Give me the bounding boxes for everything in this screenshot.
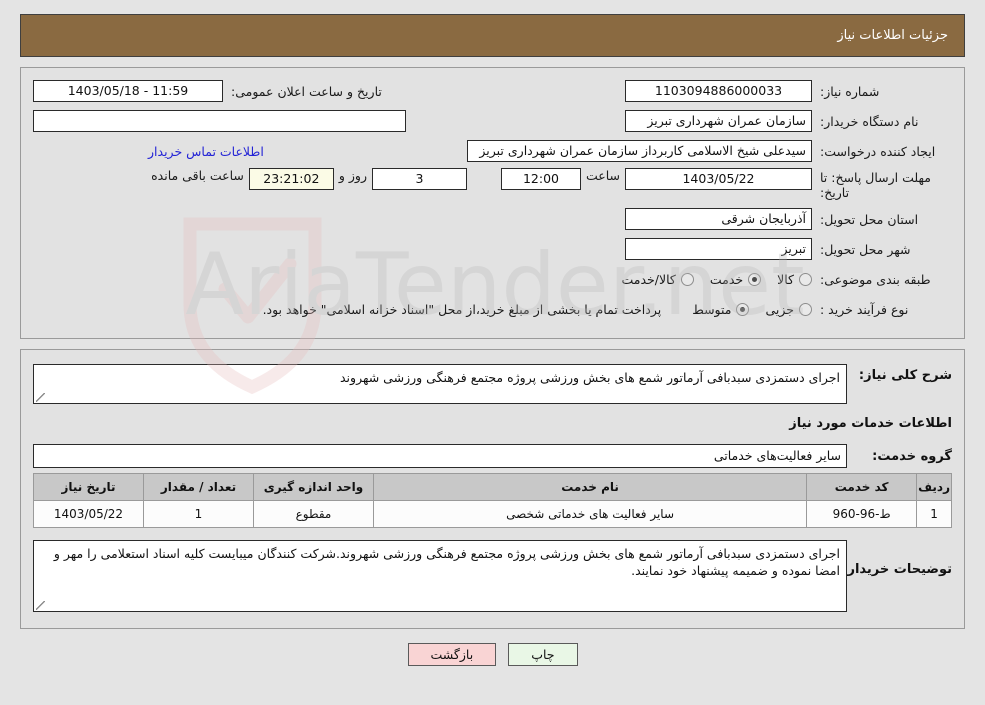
description-label: شرح کلی نیاز: [858, 368, 952, 383]
row-requester: ایجاد کننده درخواست: سیدعلی شیخ الاسلامی… [33, 138, 952, 164]
radio-category-service-label: خدمت [709, 271, 744, 287]
td-row-number: 1 [916, 500, 952, 528]
td-service-name: سایر فعالیت های خدماتی شخصی [372, 500, 808, 528]
th-need-date: تاریخ نیاز [33, 473, 144, 501]
need-info-panel: شماره نیاز: 1103094886000033 تاریخ و ساع… [20, 67, 965, 339]
table-row: 1 ط-96-960 سایر فعالیت های خدماتی شخصی م… [33, 500, 952, 528]
services-panel: شرح کلی نیاز: اجرای دستمزدی سبدبافی آرما… [20, 349, 965, 629]
radio-category-goods-service[interactable] [680, 272, 694, 286]
page-title: جزئیات اطلاعات نیاز [837, 28, 948, 43]
row-city: شهر محل تحویل: تبریز [33, 236, 952, 262]
row-service-group: گروه خدمت: سایر فعالیت‌های خدماتی [33, 443, 952, 469]
row-buyer-notes: توضیحات خریدار: اجرای دستمزدی سبدبافی آر… [33, 540, 952, 612]
buyer-org-label: نام دستگاه خریدار: [820, 113, 919, 129]
province-label: استان محل تحویل: [820, 211, 919, 227]
purchase-type-note: پرداخت تمام یا بخشی از مبلغ خرید،از محل … [262, 301, 662, 317]
td-quantity: 1 [143, 500, 254, 528]
public-announce-value: 11:59 - 1403/05/18 [33, 80, 223, 102]
deadline-time-label: ساعت [585, 168, 620, 183]
radio-purchase-medium-label: متوسط [692, 301, 732, 317]
deadline-time-value: 12:00 [500, 168, 581, 190]
deadline-days-label: روز و [338, 168, 367, 183]
table-header-row: ردیف کد خدمت نام خدمت واحد اندازه گیری ت… [33, 473, 952, 501]
td-service-code: ط-96-960 [806, 500, 918, 528]
deadline-countdown-value: 23:21:02 [248, 168, 334, 190]
buyer-notes-textarea[interactable]: اجرای دستمزدی سبدبافی آرماتور شمع های بخ… [33, 540, 847, 612]
need-number-value: 1103094886000033 [625, 80, 812, 102]
th-service-code: کد خدمت [806, 473, 918, 501]
th-service-name: نام خدمت [372, 473, 808, 501]
deadline-days-value: 3 [371, 168, 467, 190]
purchase-type-label: نوع فرآیند خرید : [820, 301, 909, 317]
row-province: استان محل تحویل: آذربایجان شرقی [33, 206, 952, 232]
radio-category-goods-label: کالا [777, 271, 794, 287]
empty-field-value [33, 110, 406, 132]
th-quantity: تعداد / مقدار [143, 473, 254, 501]
buyer-contact-link[interactable]: اطلاعات تماس خریدار [148, 144, 264, 159]
city-value: تبریز [625, 238, 812, 260]
public-announce-label: تاریخ و ساعت اعلان عمومی: [231, 83, 382, 99]
row-purchase-type: نوع فرآیند خرید : جزیی متوسط پرداخت تمام… [33, 296, 952, 322]
print-button[interactable]: چاپ [508, 643, 578, 666]
province-value: آذربایجان شرقی [625, 208, 812, 230]
buyer-org-value: سازمان عمران شهرداری تبریز [625, 110, 812, 132]
radio-purchase-minor[interactable] [799, 302, 812, 316]
deadline-date-value: 1403/05/22 [625, 168, 812, 190]
service-group-value: سایر فعالیت‌های خدماتی [33, 444, 847, 468]
td-unit: مقطوع [253, 500, 374, 528]
city-label: شهر محل تحویل: [820, 241, 911, 257]
row-deadline: مهلت ارسال پاسخ: تا تاریخ: 1403/05/22 سا… [33, 168, 952, 200]
radio-category-goods[interactable] [799, 272, 812, 286]
td-need-date: 1403/05/22 [33, 500, 144, 528]
requester-label: ایجاد کننده درخواست: [820, 143, 936, 159]
description-textarea[interactable]: اجرای دستمزدی سبدبافی آرماتور شمع های بخ… [33, 364, 847, 404]
th-row-number: ردیف [916, 473, 952, 501]
services-table: ردیف کد خدمت نام خدمت واحد اندازه گیری ت… [33, 473, 952, 528]
radio-category-goods-service-label: کالا/خدمت [621, 271, 676, 287]
services-section-heading: اطلاعات خدمات مورد نیاز [789, 416, 952, 431]
requester-value: سیدعلی شیخ الاسلامی کاربرداز سازمان عمرا… [467, 140, 812, 162]
row-need-number: شماره نیاز: 1103094886000033 تاریخ و ساع… [33, 78, 952, 104]
th-unit: واحد اندازه گیری [253, 473, 374, 501]
service-group-label: گروه خدمت: [872, 448, 952, 464]
deadline-label: مهلت ارسال پاسخ: تا تاریخ: [820, 170, 931, 200]
radio-category-service[interactable] [748, 272, 762, 286]
buyer-notes-label: توضیحات خریدار: [842, 562, 952, 577]
radio-purchase-minor-label: جزیی [765, 301, 794, 317]
radio-purchase-medium[interactable] [736, 302, 750, 316]
back-button[interactable]: بازگشت [407, 643, 497, 666]
category-label: طبقه بندی موضوعی: [820, 271, 931, 287]
row-category: طبقه بندی موضوعی: کالا خدمت کالا/خدمت [33, 266, 952, 292]
button-bar: چاپ بازگشت [0, 643, 985, 666]
row-buyer-org: نام دستگاه خریدار: سازمان عمران شهرداری … [33, 108, 952, 134]
deadline-countdown-label: ساعت باقی مانده [151, 168, 244, 183]
need-number-label: شماره نیاز: [820, 83, 880, 99]
page-header: جزئیات اطلاعات نیاز [20, 14, 965, 57]
row-description: شرح کلی نیاز: اجرای دستمزدی سبدبافی آرما… [33, 364, 952, 404]
